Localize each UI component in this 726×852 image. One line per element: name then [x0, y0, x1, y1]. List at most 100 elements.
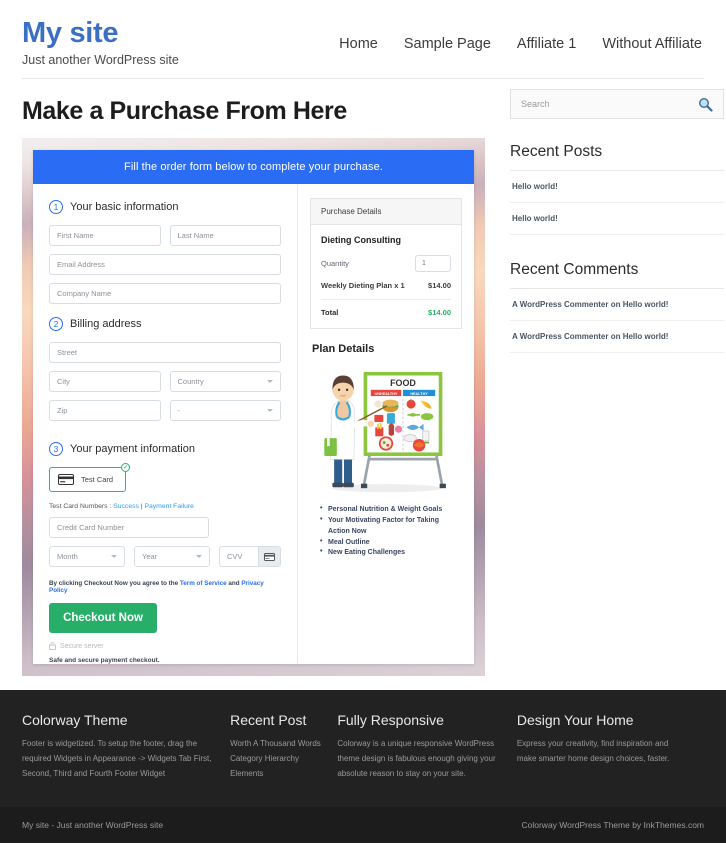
checkout-banner: Fill the order form below to complete yo…	[33, 150, 474, 184]
footer-theme-credit[interactable]: Colorway WordPress Theme by InkThemes.co…	[522, 820, 705, 830]
state-select-value: -	[178, 406, 181, 415]
summary-divider	[321, 299, 451, 300]
search-widget[interactable]: Search	[510, 89, 724, 119]
nav-item-home[interactable]: Home	[339, 36, 378, 52]
list-item[interactable]: Hello world!	[510, 203, 724, 235]
nav-item-sample-page[interactable]: Sample Page	[404, 36, 491, 52]
link-divider: |	[141, 503, 143, 510]
nav-item-affiliate-1[interactable]: Affiliate 1	[517, 36, 576, 52]
checkout-card: Fill the order form below to complete yo…	[33, 150, 474, 664]
footer-column-title: Design Your Home	[517, 712, 690, 728]
test-card-numbers-note: Test Card Numbers : Success | Payment Fa…	[49, 503, 281, 510]
nav-item-without-affiliate[interactable]: Without Affiliate	[602, 36, 702, 52]
list-item[interactable]: Category Hierarchy	[230, 752, 323, 767]
cvv-input[interactable]: CVV	[220, 547, 258, 566]
step-1-header: 1 Your basic information	[49, 200, 281, 214]
order-summary: Purchase Details Dieting Consulting Quan…	[298, 184, 474, 664]
credit-card-number-input[interactable]: Credit Card Number	[49, 517, 209, 538]
main-content: Make a Purchase From Here Fill the order…	[18, 79, 494, 676]
search-icon[interactable]	[698, 97, 713, 112]
list-item: Your Motivating Factor for Taking Action…	[320, 516, 462, 538]
primary-navigation[interactable]: Home Sample Page Affiliate 1 Without Aff…	[339, 12, 704, 52]
secure-server-label: Secure server	[60, 643, 104, 650]
total-label: Total	[321, 308, 338, 317]
page-body: Make a Purchase From Here Fill the order…	[0, 79, 726, 676]
city-input[interactable]: City	[49, 371, 161, 392]
zip-input[interactable]: Zip	[49, 400, 161, 421]
last-name-input[interactable]: Last Name	[170, 225, 282, 246]
list-item[interactable]: A WordPress Commenter on Hello world!	[510, 321, 724, 353]
footer-column-text: Express your creativity, find inspiratio…	[517, 737, 690, 767]
terms-prefix: By clicking Checkout Now you agree to th…	[49, 580, 178, 587]
line-item-label: Weekly Dieting Plan x 1	[321, 281, 405, 290]
step-1-number-icon: 1	[49, 200, 63, 214]
cvv-help-button[interactable]	[258, 547, 280, 566]
recent-posts-list: Hello world! Hello world!	[510, 171, 724, 235]
recent-comments-title: Recent Comments	[510, 261, 724, 289]
footer-column-title: Recent Post	[230, 712, 323, 728]
lock-icon	[49, 642, 56, 650]
street-input[interactable]: Street	[49, 342, 281, 363]
total-row: Total $14.00	[321, 308, 451, 317]
product-name: Dieting Consulting	[321, 235, 451, 245]
site-tagline: Just another WordPress site	[22, 53, 179, 67]
step-2-title: Billing address	[70, 318, 142, 330]
success-link[interactable]: Success	[113, 503, 139, 510]
site-header: My site Just another WordPress site Home…	[0, 0, 726, 78]
first-name-input[interactable]: First Name	[49, 225, 161, 246]
expiry-month-select[interactable]: Month	[49, 546, 125, 567]
illustration-healthy-label: HEALTHY	[410, 392, 428, 396]
country-select[interactable]: Country	[170, 371, 282, 392]
chevron-down-icon	[267, 380, 273, 383]
checkout-now-button[interactable]: Checkout Now	[49, 603, 157, 633]
email-input[interactable]: Email Address	[49, 254, 281, 275]
terms-conjunction: and	[228, 580, 239, 587]
list-item[interactable]: Worth A Thousand Words	[230, 737, 323, 752]
site-title[interactable]: My site	[22, 18, 179, 48]
sidebar: Search Recent Posts Hello world! Hello w…	[510, 79, 724, 676]
line-item-row: Weekly Dieting Plan x 1 $14.00	[321, 281, 451, 290]
line-item-price: $14.00	[428, 281, 451, 290]
plan-details-title: Plan Details	[312, 343, 462, 355]
purchase-details-box: Purchase Details Dieting Consulting Quan…	[310, 198, 462, 329]
branding: My site Just another WordPress site	[22, 12, 179, 67]
chevron-down-icon	[196, 555, 202, 558]
plan-benefits-list: Personal Nutrition & Weight Goals Your M…	[320, 505, 462, 559]
step-2-header: 2 Billing address	[49, 317, 281, 331]
payment-failure-link[interactable]: Payment Failure	[144, 503, 194, 510]
step-3-title: Your payment information	[70, 443, 195, 455]
step-3-header: 3 Your payment information	[49, 442, 281, 456]
step-3-number-icon: 3	[49, 442, 63, 456]
recent-comments-list: A WordPress Commenter on Hello world! A …	[510, 289, 724, 353]
nutrition-illustration: FOOD UNHEALTHY HEALTHY	[310, 363, 462, 497]
list-item[interactable]: Hello world!	[510, 171, 724, 203]
recent-posts-title: Recent Posts	[510, 143, 724, 171]
selected-check-icon: ✓	[121, 463, 130, 472]
state-select[interactable]: -	[170, 400, 282, 421]
checkout-form: 1 Your basic information First Name Last…	[33, 184, 298, 664]
terms-of-service-link[interactable]: Term of Service	[180, 580, 227, 587]
list-item[interactable]: A WordPress Commenter on Hello world!	[510, 289, 724, 321]
cvv-field[interactable]: CVV	[219, 546, 281, 567]
footer-widgets: Colorway Theme Footer is widgetized. To …	[0, 690, 726, 807]
footer-site-credit: My site - Just another WordPress site	[22, 820, 163, 830]
total-price: $14.00	[428, 308, 451, 317]
search-input[interactable]: Search	[521, 99, 550, 109]
quantity-input[interactable]: 1	[415, 255, 451, 272]
footer-column-text: Footer is widgetized. To setup the foote…	[22, 737, 216, 781]
list-item[interactable]: Elements	[230, 767, 323, 782]
footer-bottom-bar: My site - Just another WordPress site Co…	[0, 807, 726, 843]
step-1-title: Your basic information	[70, 201, 178, 213]
footer-column-recent-post: Recent Post Worth A Thousand Words Categ…	[230, 712, 337, 781]
test-card-option[interactable]: Test Card ✓	[49, 467, 126, 492]
expiry-year-select[interactable]: Year	[134, 546, 210, 567]
list-item: Personal Nutrition & Weight Goals	[320, 505, 462, 516]
chevron-down-icon	[111, 555, 117, 558]
footer-recent-post-list: Worth A Thousand Words Category Hierarch…	[230, 737, 323, 781]
page-title: Make a Purchase From Here	[22, 97, 494, 126]
purchase-details-heading: Purchase Details	[311, 199, 461, 225]
test-card-label: Test Card	[81, 475, 113, 484]
safe-checkout-note: Safe and secure payment checkout.	[49, 657, 281, 664]
illustration-food-label: FOOD	[390, 378, 416, 388]
company-name-input[interactable]: Company Name	[49, 283, 281, 304]
